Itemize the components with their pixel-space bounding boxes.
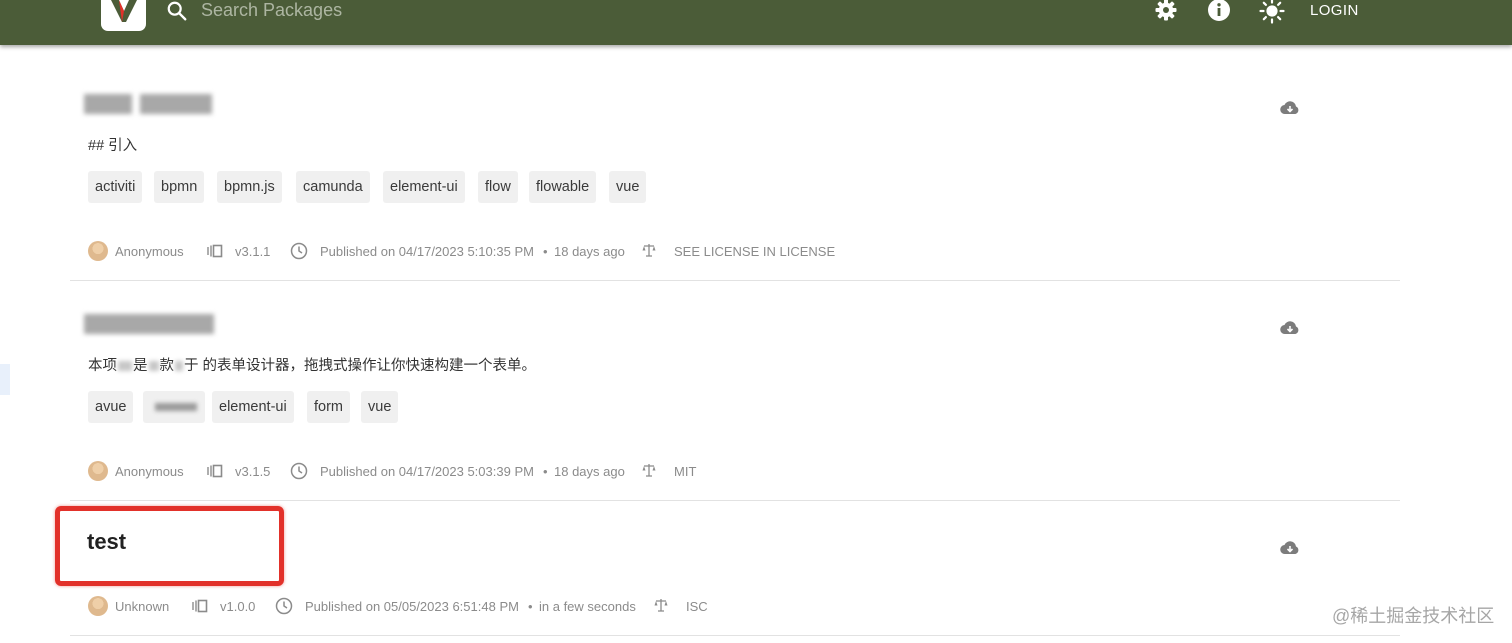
package-description: 本项是款于 的表单设计器，拖拽式操作让你快速构建一个表单。 [88, 358, 537, 374]
tag[interactable]: form [307, 391, 350, 423]
tag[interactable] [143, 391, 205, 423]
published-relative: 18 days ago [554, 244, 625, 259]
verdaccio-logo[interactable] [101, 0, 146, 31]
meta-separator: • [543, 464, 548, 479]
divider [70, 500, 1400, 501]
package-description: ## 引入 [88, 138, 138, 154]
license-icon [654, 598, 668, 615]
tag[interactable]: element-ui [212, 391, 294, 423]
version-icon [205, 244, 223, 261]
version-label: v3.1.5 [235, 464, 271, 479]
license-icon [642, 243, 656, 260]
download-icon[interactable] [1280, 320, 1300, 341]
clock-icon [290, 462, 308, 483]
tag[interactable]: bpmn.js [217, 171, 282, 203]
version-icon [190, 599, 208, 616]
search-input[interactable] [199, 0, 519, 23]
tag[interactable]: activiti [88, 171, 143, 203]
version-icon [205, 464, 223, 481]
license-label: SEE LICENSE IN LICENSE [674, 244, 836, 259]
divider [70, 280, 1400, 281]
author-name[interactable]: Anonymous [115, 464, 184, 479]
license-label: MIT [674, 464, 697, 479]
clock-icon [290, 242, 308, 263]
divider [70, 635, 1400, 636]
tag[interactable]: bpmn [154, 171, 205, 203]
meta-separator: • [543, 244, 548, 259]
published-date: Published on 04/17/2023 5:10:35 PM [320, 244, 534, 259]
tag[interactable]: element-ui [383, 171, 465, 203]
published-date: Published on 04/17/2023 5:03:39 PM [320, 464, 534, 479]
watermark: @稀土掘金技术社区 [1332, 606, 1495, 626]
author-name[interactable]: Anonymous [115, 244, 184, 259]
avatar [88, 596, 108, 616]
download-icon[interactable] [1280, 100, 1300, 121]
published-date: Published on 05/05/2023 6:51:48 PM [305, 599, 519, 614]
search-icon [166, 0, 188, 27]
login-button[interactable]: LOGIN [1310, 2, 1359, 19]
author-name[interactable]: Unknown [115, 599, 169, 614]
tag[interactable]: vue [609, 171, 647, 203]
tag[interactable]: flow [478, 171, 518, 203]
clock-icon [275, 597, 293, 618]
avatar [88, 461, 108, 481]
published-relative: in a few seconds [539, 599, 636, 614]
tag[interactable]: vue [361, 391, 399, 423]
annotation-highlight-box [55, 506, 284, 586]
tag[interactable]: flowable [529, 171, 597, 203]
published-relative: 18 days ago [554, 464, 625, 479]
download-icon[interactable] [1280, 540, 1300, 561]
tag[interactable]: avue [88, 391, 134, 423]
app-header: LOGIN [0, 0, 1512, 45]
settings-icon[interactable] [1154, 0, 1178, 27]
version-label: v1.0.0 [220, 599, 256, 614]
meta-separator: • [528, 599, 533, 614]
info-icon[interactable] [1207, 0, 1231, 27]
tag[interactable]: camunda [296, 171, 370, 203]
theme-toggle-icon[interactable] [1259, 0, 1285, 29]
license-label: ISC [686, 599, 708, 614]
version-label: v3.1.1 [235, 244, 271, 259]
sidebar-edge [0, 364, 10, 395]
license-icon [642, 463, 656, 480]
avatar [88, 241, 108, 261]
